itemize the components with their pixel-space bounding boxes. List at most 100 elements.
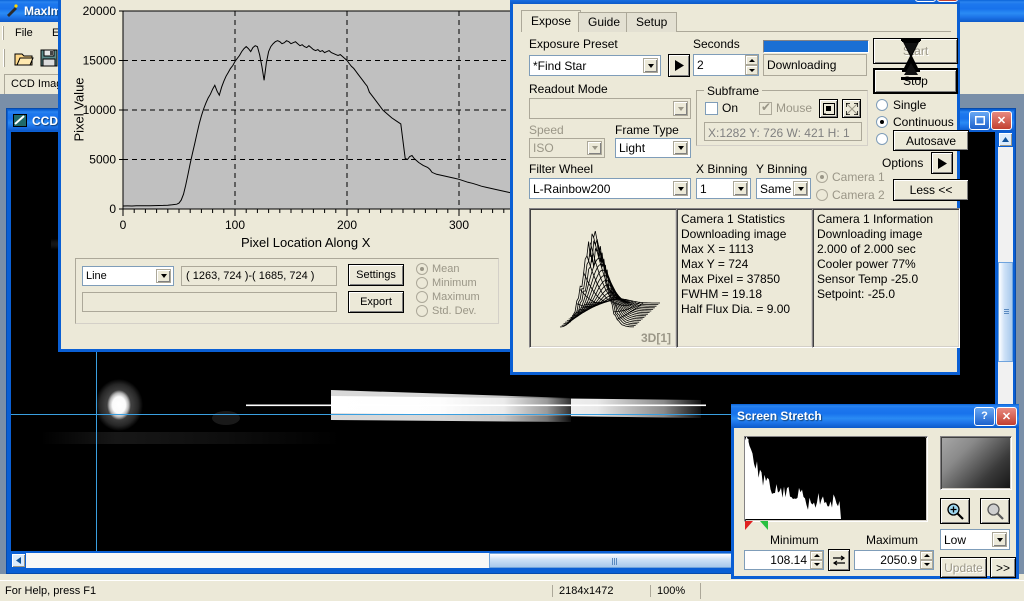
seconds-value: 2 (697, 58, 704, 72)
readout-mode-select[interactable] (529, 98, 691, 119)
checkbox-box (759, 100, 772, 115)
seconds-label: Seconds (693, 37, 740, 51)
frame-type-select[interactable]: Light (615, 138, 691, 158)
autosave-button[interactable]: Autosave (893, 130, 969, 151)
seconds-stepper[interactable]: 2 (693, 54, 759, 76)
maximum-spin-buttons[interactable] (920, 551, 933, 569)
scroll-up-button[interactable] (998, 132, 1013, 147)
y-binning-select[interactable]: Same (756, 178, 811, 199)
chevron-down-icon[interactable] (643, 58, 658, 73)
minimum-spin-up[interactable] (810, 551, 823, 560)
hourglass-cursor-icon (901, 38, 921, 80)
toolbar-gripper[interactable] (3, 49, 7, 67)
scroll-left-button[interactable] (11, 553, 26, 568)
camera1-radio[interactable]: Camera 1 (816, 170, 885, 184)
zoom-out-button[interactable] (980, 498, 1010, 524)
scroll-thumb[interactable] (998, 262, 1013, 362)
maximize-button[interactable] (969, 111, 990, 130)
subframe-set-button[interactable] (819, 99, 838, 118)
chevron-down-icon[interactable] (156, 269, 171, 283)
export-button-label: Export (360, 296, 392, 308)
open-folder-icon[interactable] (14, 49, 34, 70)
tab-setup[interactable]: Setup (626, 12, 678, 32)
exposure-preset-apply-button[interactable] (668, 54, 690, 77)
radio-stddev-dot (416, 305, 428, 317)
mode-single-radio[interactable]: Single (876, 98, 926, 112)
histogram-panel[interactable] (744, 436, 928, 522)
minimum-spin-down[interactable] (810, 560, 823, 569)
zoom-in-button[interactable] (940, 498, 970, 524)
menu-item-file[interactable]: File (15, 27, 33, 39)
export-button[interactable]: Export (348, 291, 404, 313)
radio-mean[interactable]: Mean (416, 263, 480, 275)
x-binning-select[interactable]: 1 (696, 178, 751, 199)
graph-mode-select[interactable]: Line (82, 266, 174, 286)
chevron-down-icon[interactable] (793, 181, 808, 196)
information-line-4: Setpoint: -25.0 (817, 287, 896, 301)
maximum-spin-up[interactable] (920, 551, 933, 560)
chevron-down-icon[interactable] (673, 101, 688, 116)
mode-single-label: Single (893, 98, 927, 112)
chevron-down-icon[interactable] (673, 141, 688, 155)
stretch-mode-select[interactable]: Low (940, 529, 1010, 550)
svg-text:10000: 10000 (83, 103, 117, 117)
maximum-spin-down[interactable] (920, 560, 933, 569)
radio-stddev[interactable]: Std. Dev. (416, 305, 480, 317)
svg-text:5000: 5000 (89, 153, 116, 167)
preview-3d-label: 3D[1] (640, 331, 671, 345)
seconds-spin-down[interactable] (745, 65, 758, 75)
radio-minimum[interactable]: Minimum (416, 277, 480, 289)
readout-mode-label: Readout Mode (529, 82, 608, 96)
seconds-spin-buttons[interactable] (745, 55, 758, 75)
options-button[interactable] (931, 152, 953, 174)
subframe-reset-button[interactable] (842, 99, 861, 118)
close-icon[interactable]: ✕ (991, 111, 1012, 130)
statistics-title: Camera 1 Statistics (681, 212, 786, 226)
expand-button[interactable]: >> (990, 557, 1016, 578)
zoom-in-icon (947, 503, 964, 520)
update-button[interactable]: Update (940, 557, 987, 578)
chevron-down-icon[interactable] (587, 141, 602, 155)
histogram-max-marker[interactable] (760, 521, 768, 530)
subframe-on-checkbox[interactable]: On (705, 101, 738, 115)
autosave-radio[interactable] (876, 133, 888, 145)
save-disk-icon[interactable] (40, 49, 58, 70)
maximum-stepper[interactable]: 2050.9 (854, 550, 934, 570)
radio-dot (876, 99, 888, 111)
settings-button[interactable]: Settings (348, 264, 404, 286)
mode-continuous-label: Continuous (893, 115, 954, 129)
tab-guide[interactable]: Guide (578, 12, 631, 32)
subframe-mouse-checkbox[interactable]: Mouse (759, 100, 812, 115)
seconds-spin-up[interactable] (745, 55, 758, 65)
camera-statistics-panel: Camera 1 Statistics Downloading image Ma… (676, 208, 813, 348)
less-button[interactable]: Less << (893, 179, 969, 201)
minimum-stepper[interactable]: 108.14 (744, 550, 824, 570)
exposure-preset-select[interactable]: *Find Star (529, 55, 661, 76)
swap-min-max-button[interactable] (828, 549, 850, 571)
minimum-spin-buttons[interactable] (810, 551, 823, 569)
close-icon[interactable]: ✕ (996, 406, 1017, 426)
hscroll-thumb[interactable] (489, 553, 742, 568)
chevron-down-icon[interactable] (673, 181, 688, 196)
menu-gripper[interactable] (2, 26, 6, 40)
chevron-down-icon[interactable] (733, 181, 748, 196)
statistics-line-1: Max X = 1113 (681, 242, 754, 256)
histogram-min-marker[interactable] (745, 521, 753, 530)
status-zoom: 100% (650, 585, 685, 597)
options-label[interactable]: Options (882, 156, 923, 170)
subframe-coords-text: X:1282 Y: 726 W: 421 H: 1 (708, 126, 850, 140)
graph-plot-panel: 0 5000 10000 15000 20000 0 100 200 300 Pixel Val… (61, 0, 515, 257)
scroll-thumb-grip (1004, 309, 1009, 314)
tab-expose[interactable]: Expose (521, 10, 582, 32)
close-icon[interactable]: ✕ (937, 0, 958, 2)
preview-3d-panel[interactable]: 3D[1] (529, 208, 677, 348)
radio-maximum[interactable]: Maximum (416, 291, 480, 303)
help-icon[interactable]: ? (974, 406, 995, 426)
camera2-radio[interactable]: Camera 2 (816, 188, 885, 202)
information-title: Camera 1 Information (817, 212, 934, 226)
chevron-down-icon[interactable] (992, 532, 1007, 547)
filter-wheel-select[interactable]: L-Rainbow200 (529, 178, 691, 199)
mode-continuous-radio[interactable]: Continuous (876, 115, 954, 129)
help-icon[interactable]: ? (915, 0, 936, 2)
speed-select[interactable]: ISO (529, 138, 605, 158)
